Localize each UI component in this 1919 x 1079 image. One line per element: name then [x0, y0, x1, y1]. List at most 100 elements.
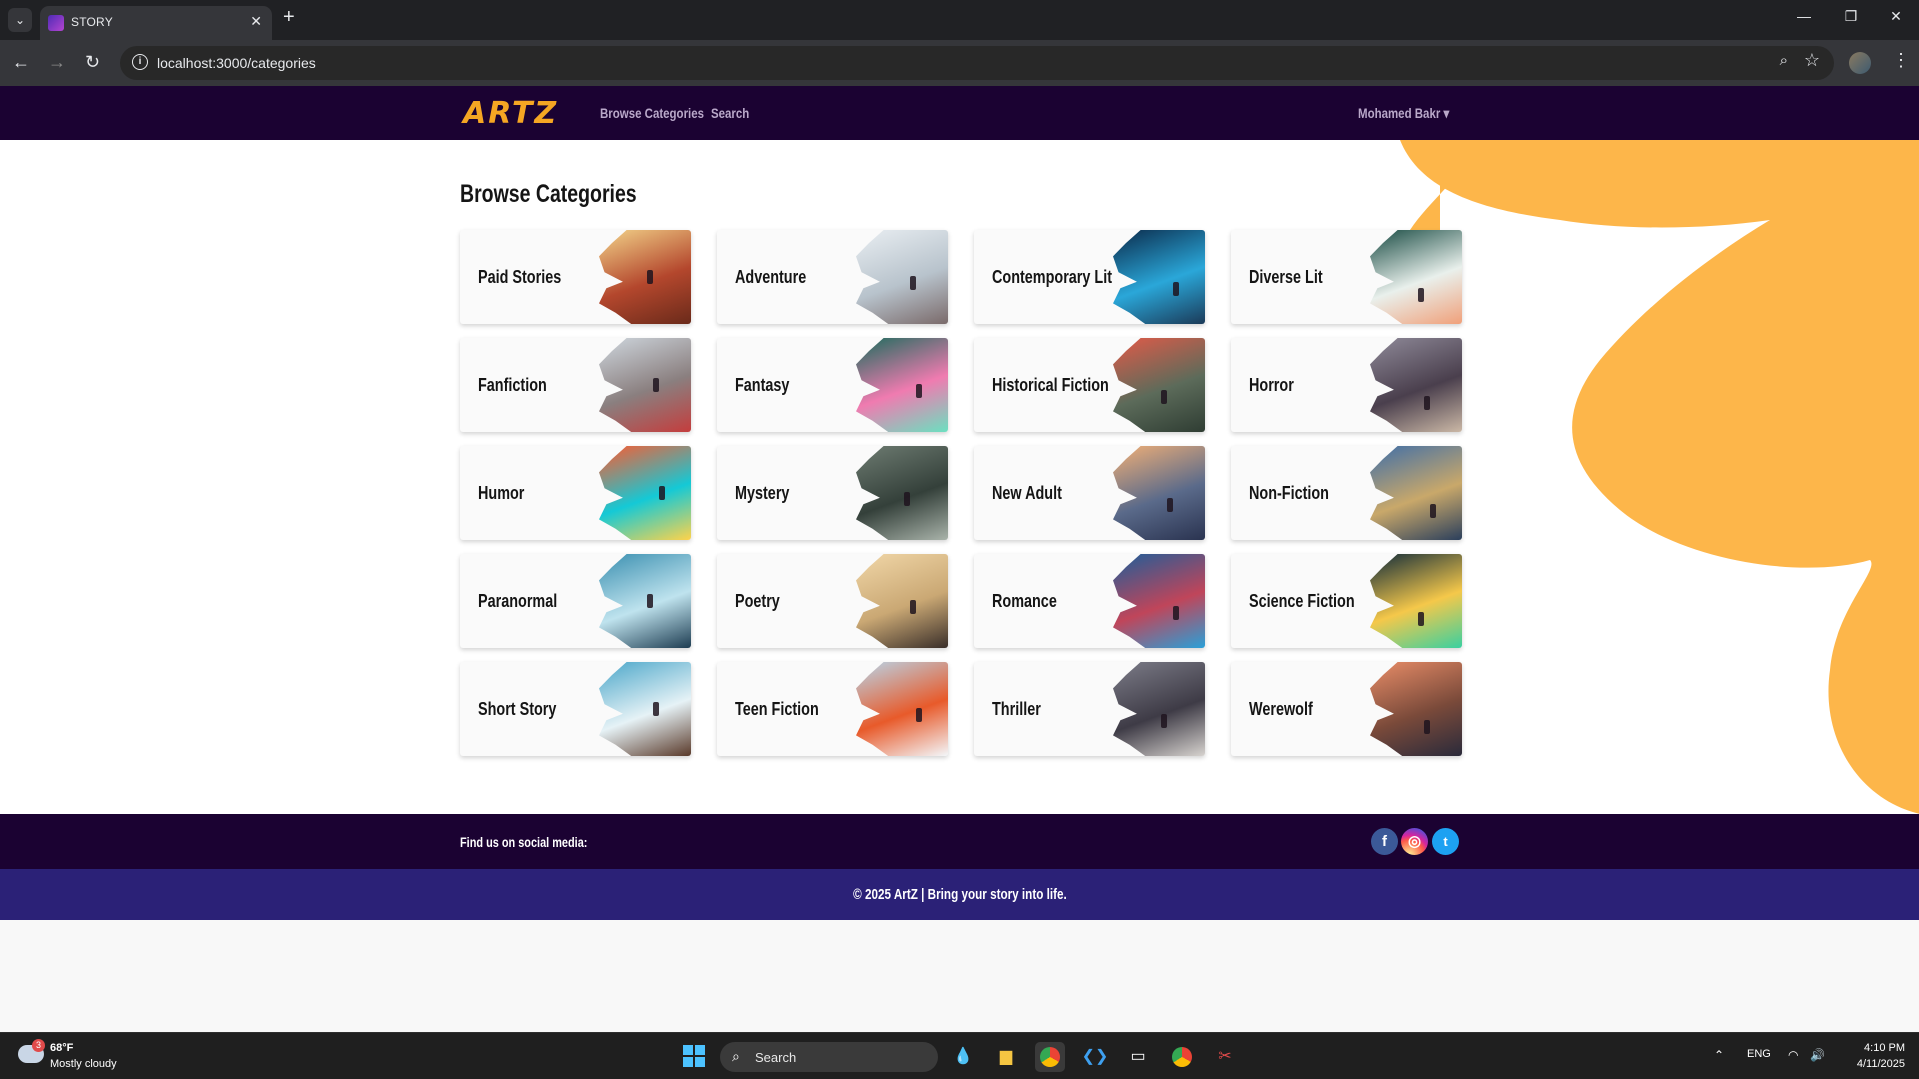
back-icon[interactable]: ← [12, 52, 30, 73]
social-label: Find us on social media: [460, 834, 588, 850]
start-button[interactable] [683, 1045, 705, 1067]
user-name: Mohamed Bakr [1358, 105, 1441, 121]
bookmark-star-icon[interactable]: ☆ [1804, 50, 1820, 71]
drop-app-icon[interactable]: 💧 [948, 1042, 978, 1072]
address-bar[interactable]: i localhost:3000/categories ⌕ ☆ [120, 46, 1834, 80]
close-window-button[interactable]: ✕ [1881, 8, 1911, 25]
instagram-icon[interactable]: ◎ [1401, 828, 1428, 855]
figure-silhouette [653, 702, 659, 716]
volume-icon[interactable]: 🔊 [1810, 1048, 1825, 1062]
category-card[interactable]: Werewolf [1231, 662, 1462, 756]
category-label: Poetry [735, 591, 780, 611]
category-label: Romance [992, 591, 1057, 611]
category-card[interactable]: Science Fiction [1231, 554, 1462, 648]
category-label: Teen Fiction [735, 699, 819, 719]
category-label: Fantasy [735, 375, 790, 395]
category-artwork [856, 662, 948, 756]
browser-menu-icon[interactable]: ⋮ [1892, 50, 1910, 71]
figure-silhouette [916, 708, 922, 722]
zoom-icon[interactable]: ⌕ [1780, 52, 1788, 69]
profile-avatar[interactable] [1849, 52, 1871, 74]
category-artwork [1113, 230, 1205, 324]
copyright-text: © 2025 ArtZ | Bring your story into life… [852, 886, 1067, 903]
minimize-button[interactable]: — [1789, 8, 1819, 24]
category-artwork [1370, 554, 1462, 648]
category-card[interactable]: Poetry [717, 554, 948, 648]
category-card[interactable]: Romance [974, 554, 1205, 648]
category-card[interactable]: Mystery [717, 446, 948, 540]
clock-date[interactable]: 4/11/2025 [1845, 1058, 1905, 1070]
chrome-profile-icon[interactable] [1167, 1042, 1197, 1072]
category-card[interactable]: Contemporary Lit [974, 230, 1205, 324]
snipping-tool-icon[interactable]: ✂ [1210, 1042, 1240, 1072]
forward-icon[interactable]: → [48, 52, 66, 73]
category-artwork [599, 338, 691, 432]
category-card[interactable]: Historical Fiction [974, 338, 1205, 432]
category-card[interactable]: Fantasy [717, 338, 948, 432]
taskbar-search[interactable]: ⌕ Search [720, 1042, 938, 1072]
category-artwork [1113, 662, 1205, 756]
category-card[interactable]: Diverse Lit [1231, 230, 1462, 324]
weather-badge: 3 [32, 1039, 45, 1052]
category-label: Mystery [735, 483, 790, 503]
category-label: Diverse Lit [1249, 267, 1323, 287]
nav-browse-categories[interactable]: Browse Categories [600, 105, 704, 121]
category-card[interactable]: Paranormal [460, 554, 691, 648]
category-label: Adventure [735, 267, 807, 287]
category-card[interactable]: Horror [1231, 338, 1462, 432]
footer-copyright-bar: © 2025 ArtZ | Bring your story into life… [0, 869, 1919, 920]
nav-search[interactable]: Search [711, 105, 749, 121]
close-tab-icon[interactable]: ✕ [250, 13, 262, 30]
weather-temperature[interactable]: 68°F [50, 1042, 73, 1054]
category-card[interactable]: New Adult [974, 446, 1205, 540]
browser-tab[interactable]: STORY ✕ [40, 6, 272, 40]
category-card[interactable]: Teen Fiction [717, 662, 948, 756]
clock-time[interactable]: 4:10 PM [1845, 1042, 1905, 1054]
twitter-icon[interactable]: t [1432, 828, 1459, 855]
category-artwork [1370, 446, 1462, 540]
category-artwork [856, 338, 948, 432]
figure-silhouette [1167, 498, 1173, 512]
facebook-icon[interactable]: f [1371, 828, 1398, 855]
category-card[interactable]: Non-Fiction [1231, 446, 1462, 540]
figure-silhouette [1161, 714, 1167, 728]
url-text[interactable]: localhost:3000/categories [157, 55, 316, 71]
category-card[interactable]: Adventure [717, 230, 948, 324]
vscode-icon[interactable]: ❮❯ [1080, 1042, 1110, 1072]
footer-social-bar: Find us on social media: f ◎ t [0, 814, 1919, 869]
tab-search-button[interactable]: ⌄ [8, 8, 32, 32]
figure-silhouette [910, 276, 916, 290]
chevron-up-icon[interactable]: ⌃ [1714, 1048, 1724, 1062]
browser-tab-bar: ⌄ STORY ✕ + — ❐ ✕ [0, 0, 1919, 40]
chrome-icon[interactable] [1035, 1042, 1065, 1072]
terminal-icon[interactable]: ▭ [1123, 1042, 1153, 1072]
weather-description[interactable]: Mostly cloudy [50, 1058, 117, 1070]
new-tab-button[interactable]: + [283, 6, 295, 29]
category-card[interactable]: Thriller [974, 662, 1205, 756]
category-card[interactable]: Paid Stories [460, 230, 691, 324]
site-info-icon[interactable]: i [132, 54, 148, 70]
reload-icon[interactable]: ↻ [85, 52, 100, 73]
main-content: Browse Categories Paid Stories Adventure C… [0, 140, 1919, 814]
site-navbar: ARTZ Browse Categories Search Mohamed Ba… [0, 86, 1919, 140]
category-artwork [1370, 662, 1462, 756]
category-label: Paranormal [478, 591, 558, 611]
user-menu[interactable]: Mohamed Bakr ▾ [1358, 105, 1449, 122]
site-logo[interactable]: ARTZ [463, 96, 558, 131]
file-explorer-icon[interactable]: ▆ [991, 1042, 1021, 1072]
category-artwork [599, 554, 691, 648]
figure-silhouette [904, 492, 910, 506]
category-label: Humor [478, 483, 525, 503]
search-icon: ⌕ [732, 1048, 740, 1064]
category-label: Science Fiction [1249, 591, 1355, 611]
figure-silhouette [1161, 390, 1167, 404]
category-card[interactable]: Short Story [460, 662, 691, 756]
category-artwork [1113, 446, 1205, 540]
category-card[interactable]: Fanfiction [460, 338, 691, 432]
restore-button[interactable]: ❐ [1836, 8, 1866, 25]
category-label: New Adult [992, 483, 1062, 503]
category-label: Contemporary Lit [992, 267, 1113, 287]
language-indicator[interactable]: ENG [1747, 1048, 1771, 1060]
category-card[interactable]: Humor [460, 446, 691, 540]
wifi-icon[interactable]: ◠ [1788, 1048, 1798, 1062]
